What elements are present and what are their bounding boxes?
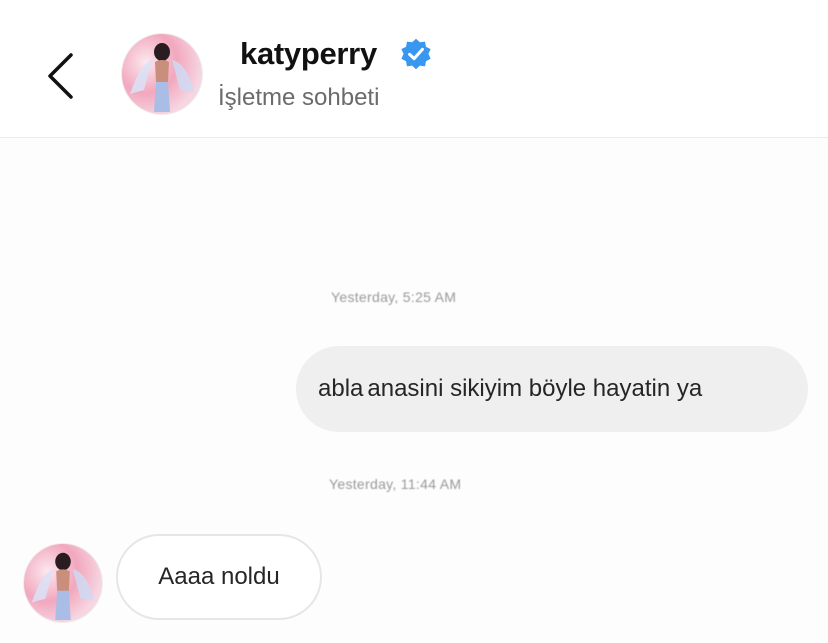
chat-header: katyperry İşletme sohbeti [0,0,828,138]
avatar-image [24,544,102,622]
verified-badge-icon [401,38,431,70]
sender-avatar[interactable] [24,544,102,622]
chat-subtitle: İşletme sohbeti [218,84,380,111]
username: katyperry [240,36,377,71]
outgoing-message-bubble[interactable]: abla anasini sikiyim böyle hayatin ya [296,346,808,432]
incoming-message-bubble[interactable]: Aaaa noldu [116,534,322,620]
message-text: Aaaa noldu [158,563,280,590]
dm-screen: katyperry İşletme sohbeti Yesterday, 5:2… [0,0,828,643]
avatar-image [122,34,202,114]
chevron-left-icon [48,53,73,99]
profile-avatar[interactable] [122,34,202,114]
message-text-part: anasini sikiyim böyle hayatin ya [367,375,703,402]
message-text-part: abla [318,375,364,402]
username-row[interactable]: katyperry [240,36,433,72]
message-timestamp: Yesterday, 11:44 AM [329,476,462,492]
message-timestamp: Yesterday, 5:25 AM [331,289,457,305]
back-button[interactable] [40,50,80,102]
